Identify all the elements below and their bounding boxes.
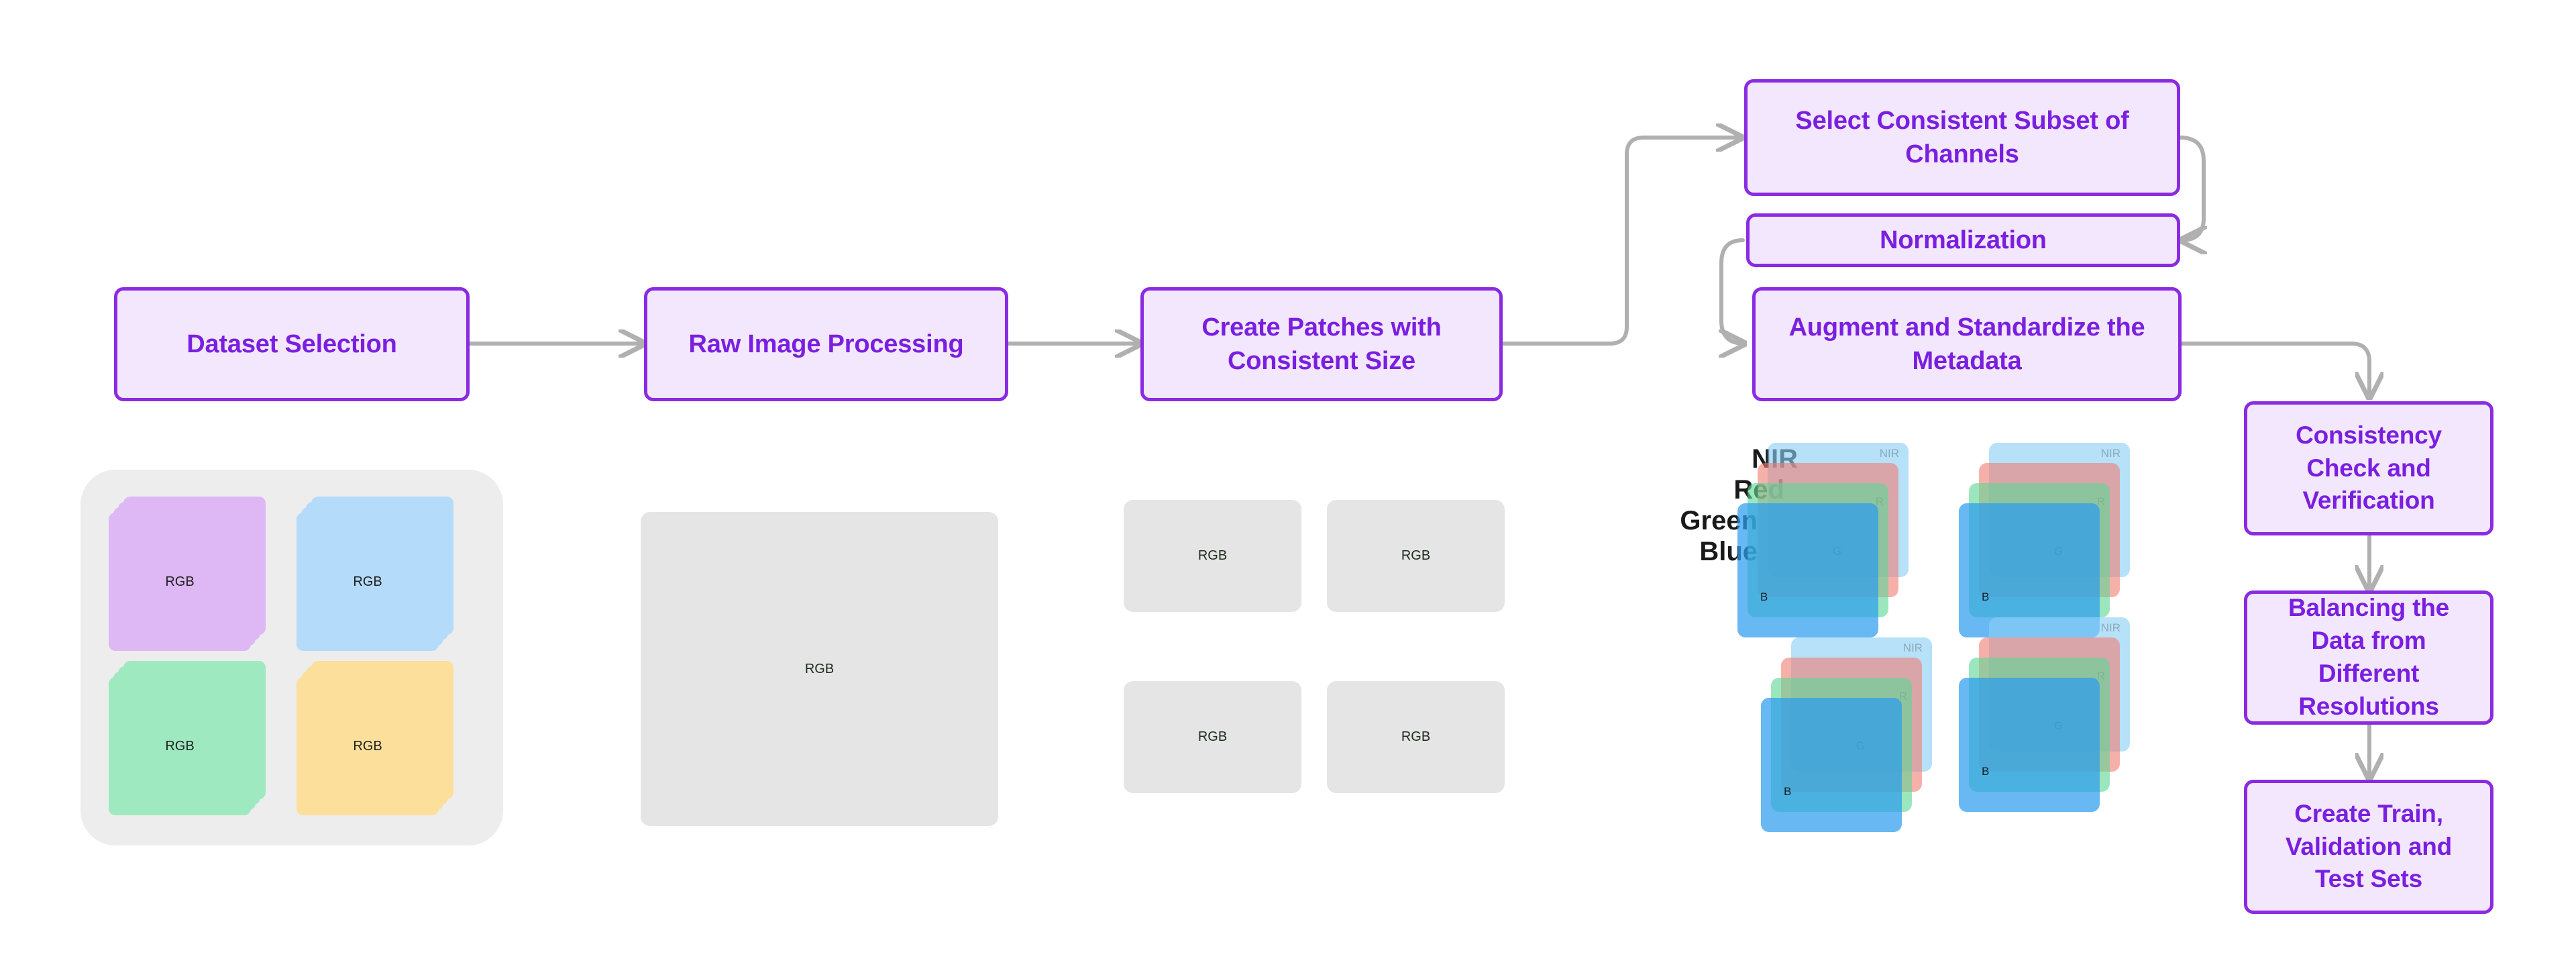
node-label: Normalization bbox=[1880, 225, 2047, 254]
edge-augment-to-consistency bbox=[2180, 342, 2369, 397]
dataset-tile-label: RGB bbox=[109, 677, 251, 815]
node-dataset-selection[interactable]: Dataset Selection bbox=[114, 287, 470, 401]
band-nir-label: NIR bbox=[1902, 641, 1923, 654]
patch-tile-label: RGB bbox=[1401, 548, 1431, 563]
band-blue-label: B bbox=[1784, 785, 1792, 798]
band-nir-label: NIR bbox=[1879, 447, 1899, 460]
raw-image-tile: RGB bbox=[641, 512, 998, 826]
node-augment-metadata[interactable]: Augment and Standardize the Metadata bbox=[1752, 287, 2182, 401]
node-select-channels[interactable]: Select Consistent Subset of Channels bbox=[1744, 79, 2180, 196]
edge-channels-to-normalization bbox=[2178, 136, 2204, 240]
node-create-splits[interactable]: Create Train, Validation and Test Sets bbox=[2244, 780, 2493, 914]
node-label: Dataset Selection bbox=[186, 329, 397, 358]
node-consistency-check[interactable]: Consistency Check and Verification bbox=[2244, 401, 2493, 535]
multispectral-illustration: NIR Red Green Blue NIR R G B NIR R bbox=[1650, 436, 2160, 906]
band-blue-label: B bbox=[1982, 590, 1990, 603]
band-nir-label: NIR bbox=[2100, 447, 2121, 460]
node-label: Balancing the Data from Different Resolu… bbox=[2288, 594, 2449, 720]
node-normalization[interactable]: Normalization bbox=[1746, 213, 2180, 267]
raw-image-tile-label: RGB bbox=[804, 661, 835, 676]
node-create-patches[interactable]: Create Patches with Consistent Size bbox=[1140, 287, 1503, 401]
dataset-tile-purple: RGB bbox=[109, 497, 270, 652]
dataset-tile-label: RGB bbox=[109, 513, 251, 651]
node-balancing-data[interactable]: Balancing the Data from Different Resolu… bbox=[2244, 590, 2493, 725]
node-raw-image-processing[interactable]: Raw Image Processing bbox=[644, 287, 1008, 401]
node-label: Augment and Standardize the Metadata bbox=[1788, 313, 2145, 375]
edge-patches-to-channels bbox=[1501, 138, 1741, 346]
dataset-tile-blue: RGB bbox=[297, 497, 458, 652]
patch-tile-label: RGB bbox=[1197, 548, 1228, 563]
dataset-grid-illustration: RGB RGB RGB RGB bbox=[80, 470, 503, 845]
dataset-tile-yellow: RGB bbox=[297, 661, 458, 817]
patch-tile: RGB bbox=[1327, 500, 1505, 612]
edge-normalization-to-augment bbox=[1721, 238, 1744, 344]
node-label: Raw Image Processing bbox=[688, 329, 964, 358]
patch-tile-label: RGB bbox=[1197, 729, 1228, 744]
dataset-tile-label: RGB bbox=[297, 513, 439, 651]
patch-tile-label: RGB bbox=[1401, 729, 1431, 744]
band-blue-label: B bbox=[1760, 590, 1768, 603]
patch-tile: RGB bbox=[1124, 681, 1301, 793]
patch-tile: RGB bbox=[1124, 500, 1301, 612]
band-blue: B bbox=[1959, 678, 2100, 812]
node-label: Select Consistent Subset of Channels bbox=[1795, 106, 2129, 168]
band-nir-label: NIR bbox=[2100, 621, 2121, 634]
flowchart-canvas: Dataset Selection Raw Image Processing C… bbox=[0, 0, 2576, 979]
node-label: Consistency Check and Verification bbox=[2296, 421, 2442, 515]
node-label: Create Train, Validation and Test Sets bbox=[2285, 799, 2453, 893]
band-blue-label: B bbox=[1982, 765, 1990, 778]
band-blue: B bbox=[1761, 698, 1902, 832]
dataset-tile-green: RGB bbox=[109, 661, 270, 817]
dataset-tile-label: RGB bbox=[297, 677, 439, 815]
band-blue: B bbox=[1737, 503, 1878, 637]
patch-tile: RGB bbox=[1327, 681, 1505, 793]
node-label: Create Patches with Consistent Size bbox=[1201, 313, 1442, 375]
